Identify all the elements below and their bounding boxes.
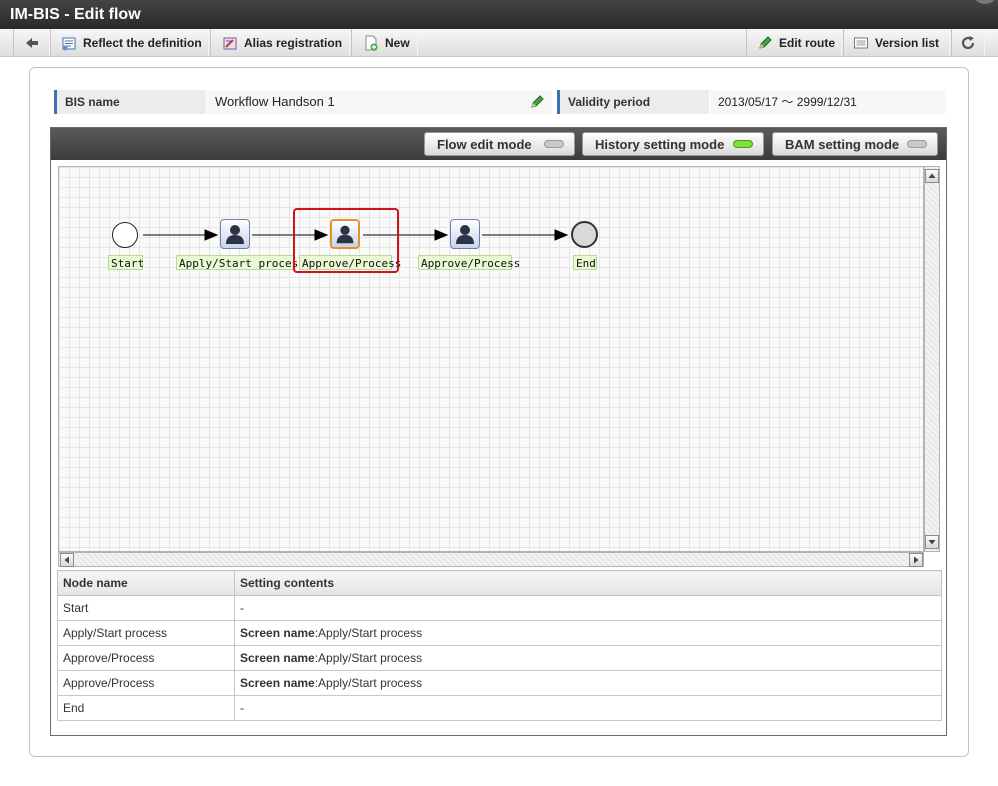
start-node-label: Start bbox=[108, 255, 144, 270]
node-name-cell: End bbox=[57, 695, 235, 721]
scroll-down-arrow-icon[interactable] bbox=[925, 535, 939, 549]
alias-registration-icon bbox=[222, 35, 238, 51]
start-node-circle[interactable] bbox=[112, 222, 138, 248]
setting-contents-cell: - bbox=[234, 595, 942, 621]
node-name-cell: Start bbox=[57, 595, 235, 621]
scroll-right-arrow-icon[interactable] bbox=[909, 553, 923, 567]
table-row[interactable]: Apply/Start process Screen name:Apply/St… bbox=[57, 620, 942, 646]
column-header-setting-contents: Setting contents bbox=[234, 570, 942, 596]
pencil-icon bbox=[757, 35, 773, 51]
new-button[interactable]: New bbox=[351, 29, 418, 56]
alias-registration-label: Alias registration bbox=[244, 35, 343, 50]
setting-value: :Apply/Start process bbox=[314, 651, 423, 665]
new-label: New bbox=[385, 35, 410, 50]
selection-highlight bbox=[293, 208, 399, 273]
table-row[interactable]: Approve/Process Screen name:Apply/Start … bbox=[57, 670, 942, 696]
reflect-definition-button[interactable]: Reflect the definition bbox=[50, 29, 209, 56]
new-document-icon bbox=[363, 35, 379, 51]
setting-value: :Apply/Start process bbox=[314, 626, 423, 640]
edit-route-label: Edit route bbox=[779, 35, 835, 50]
setting-value: - bbox=[240, 601, 244, 615]
title-bar: IM-BIS - Edit flow bbox=[0, 0, 998, 29]
canvas-horizontal-scrollbar[interactable] bbox=[58, 552, 924, 567]
node-name-cell: Approve/Process bbox=[57, 645, 235, 671]
canvas-vertical-scrollbar[interactable] bbox=[924, 166, 940, 552]
approve-process-node-2-label: Approve/Process bbox=[418, 255, 520, 270]
version-list-icon bbox=[853, 35, 869, 51]
setting-contents-cell: Screen name:Apply/Start process bbox=[234, 620, 942, 646]
flow-edit-mode-label: Flow edit mode bbox=[437, 136, 532, 152]
setting-contents-cell: Screen name:Apply/Start process bbox=[234, 645, 942, 671]
flow-connectors bbox=[143, 229, 569, 241]
table-header-row: Node name Setting contents bbox=[57, 570, 942, 596]
edit-bis-name-pencil-icon[interactable] bbox=[529, 94, 545, 110]
setting-value: - bbox=[240, 701, 244, 715]
setting-value: :Apply/Start process bbox=[314, 676, 423, 690]
bis-name-text: Workflow Handson 1 bbox=[215, 94, 335, 109]
end-node-label: End bbox=[573, 255, 597, 270]
approve-process-node-2-user-icon[interactable] bbox=[450, 219, 480, 249]
back-button[interactable] bbox=[13, 29, 50, 56]
table-row[interactable]: End - bbox=[57, 695, 942, 721]
window-corner-decoration bbox=[972, 0, 998, 4]
connector-approve1-approve2-arrow bbox=[434, 229, 449, 241]
validity-period-value: 2013/05/17 ～ 2999/12/31 bbox=[710, 90, 946, 114]
node-settings-table: Node name Setting contents Start - Apply… bbox=[57, 570, 942, 721]
flow-edit-mode-button[interactable]: Flow edit mode bbox=[424, 132, 575, 156]
setting-prefix: Screen name bbox=[240, 626, 315, 640]
setting-prefix: Screen name bbox=[240, 651, 315, 665]
bam-setting-mode-indicator bbox=[907, 140, 927, 148]
column-header-node-name: Node name bbox=[57, 570, 235, 596]
history-setting-mode-indicator bbox=[733, 140, 753, 148]
edit-route-button[interactable]: Edit route bbox=[746, 29, 842, 56]
bis-name-value: Workflow Handson 1 bbox=[207, 90, 552, 114]
reflect-definition-label: Reflect the definition bbox=[83, 35, 202, 50]
flow-canvas[interactable]: Start Apply/Start process Approve/Proces… bbox=[58, 166, 924, 552]
connector-approve2-end-arrow bbox=[554, 229, 569, 241]
arrow-left-icon bbox=[24, 35, 40, 51]
refresh-button[interactable] bbox=[951, 29, 985, 56]
reflect-definition-icon bbox=[61, 35, 77, 51]
node-name-cell: Approve/Process bbox=[57, 670, 235, 696]
alias-registration-button[interactable]: Alias registration bbox=[210, 29, 350, 56]
window-title: IM-BIS - Edit flow bbox=[10, 6, 141, 23]
setting-contents-cell: - bbox=[234, 695, 942, 721]
connector-start-apply-arrow bbox=[204, 229, 219, 241]
setting-prefix: Screen name bbox=[240, 676, 315, 690]
table-row[interactable]: Approve/Process Screen name:Apply/Start … bbox=[57, 645, 942, 671]
table-row[interactable]: Start - bbox=[57, 595, 942, 621]
scroll-left-arrow-icon[interactable] bbox=[60, 553, 74, 567]
apply-start-node-user-icon[interactable] bbox=[220, 219, 250, 249]
node-name-cell: Apply/Start process bbox=[57, 620, 235, 646]
apply-start-node-label: Apply/Start process bbox=[176, 255, 305, 270]
bam-setting-mode-button[interactable]: BAM setting mode bbox=[772, 132, 938, 156]
version-list-button[interactable]: Version list bbox=[843, 29, 950, 56]
setting-contents-cell: Screen name:Apply/Start process bbox=[234, 670, 942, 696]
version-list-label: Version list bbox=[875, 35, 940, 50]
bis-name-label: BIS name bbox=[54, 90, 206, 114]
validity-period-label: Validity period bbox=[557, 90, 709, 114]
flow-edit-mode-indicator bbox=[544, 140, 564, 148]
refresh-icon bbox=[960, 35, 976, 51]
end-node-circle[interactable] bbox=[571, 221, 598, 248]
scroll-up-arrow-icon[interactable] bbox=[925, 169, 939, 183]
history-setting-mode-button[interactable]: History setting mode bbox=[582, 132, 764, 156]
history-setting-mode-label: History setting mode bbox=[595, 136, 725, 152]
bam-setting-mode-label: BAM setting mode bbox=[785, 136, 900, 152]
toolbar: Reflect the definition Alias registratio… bbox=[0, 29, 998, 57]
